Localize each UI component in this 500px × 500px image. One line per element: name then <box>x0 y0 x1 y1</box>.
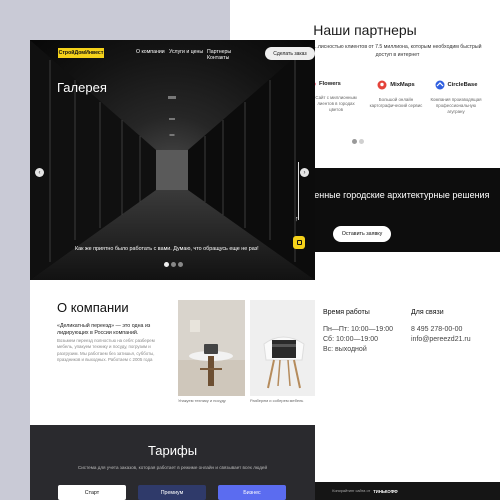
hours-sunday: Вс: выходной <box>323 346 367 354</box>
gallery-pagination[interactable] <box>164 262 183 267</box>
main-page: СтройДомИнвест О компании Услуги и цены … <box>30 40 315 500</box>
contacts-title: Для связи <box>411 309 444 316</box>
partners-pagination[interactable] <box>352 139 364 144</box>
footer-brand[interactable]: ТИНЬКОФФ <box>373 489 398 494</box>
scroll-line <box>298 162 299 220</box>
prev-slide-button[interactable]: ‹ <box>35 168 44 177</box>
hours-title: Время работы <box>323 309 370 316</box>
tariffs-subtitle: Система для учета заказов, которая работ… <box>77 465 268 470</box>
partner-flowers[interactable]: Flowers Сайт с миллионным лиентов в горо… <box>308 80 364 113</box>
corridor-photo <box>30 40 315 280</box>
tariff-start-button[interactable]: Старт <box>58 485 126 500</box>
pagination-dot[interactable] <box>359 139 364 144</box>
pagination-dot[interactable] <box>178 262 183 267</box>
contacts: Для связи 8 495 278-00-00 info@pereezd21… <box>411 308 471 345</box>
banner-text: ...ременные городские архитектурные реше… <box>290 190 490 200</box>
email-link[interactable]: info@pereezd21.ru <box>411 335 471 345</box>
leave-request-button[interactable]: Оставить заявку <box>333 226 391 242</box>
tariffs-section: Тарифы Система для учета заказов, котора… <box>30 425 315 500</box>
hours-weekdays: Пн—Пт: 10:00—19:00 <box>323 326 394 334</box>
partner-name: CircleBase <box>447 82 478 88</box>
nav-about[interactable]: О компании <box>136 49 165 55</box>
pagination-dot[interactable] <box>171 262 176 267</box>
photo-electronics <box>178 300 245 396</box>
chevron-right-icon: › <box>303 169 306 176</box>
scroll-up-icon[interactable]: ↑ <box>295 216 299 223</box>
nav-services[interactable]: Услуги и цены <box>169 49 203 55</box>
about-title: О компании <box>57 300 129 315</box>
partner-circlebase[interactable]: CircleBase Компания производящая професс… <box>428 80 484 115</box>
nav-contacts[interactable]: Контакты <box>207 55 229 61</box>
circle-logo-icon <box>435 80 444 90</box>
chat-button[interactable] <box>293 236 305 249</box>
chevron-left-icon: ‹ <box>38 169 41 176</box>
working-hours: Время работы Пн—Пт: 10:00—19:00 Сб: 10:0… <box>323 308 398 356</box>
footer-text: Копирайтинг сайта от <box>332 489 371 493</box>
partner-name: MixMaps <box>390 82 415 88</box>
photo-furniture <box>250 300 315 396</box>
partner-mixmaps[interactable]: MixMaps Большой онлайн картографический … <box>368 80 424 109</box>
order-button[interactable]: Сделать заказ <box>265 47 315 60</box>
gallery-section: СтройДомИнвест О компании Услуги и цены … <box>30 40 315 280</box>
photo-caption: Упакуем технику и посуду <box>178 398 226 403</box>
next-slide-button[interactable]: › <box>300 168 309 177</box>
pagination-dot-active[interactable] <box>164 262 169 267</box>
partners-subtitle: ...лисностью клиентов от 7.5 миллиона, к… <box>313 44 482 58</box>
map-pin-icon <box>377 80 387 90</box>
photo-caption: Разберем и соберем мебель <box>250 398 304 403</box>
logo[interactable]: СтройДомИнвест <box>58 48 104 58</box>
pagination-dot-active[interactable] <box>352 139 357 144</box>
partner-desc: Большой онлайн картографический сервис <box>369 97 423 109</box>
partner-desc: Компания производящая профессиональную а… <box>430 97 482 115</box>
partner-desc: Сайт с миллионным лиентов в городах цвет… <box>315 95 357 113</box>
chat-icon <box>296 240 302 245</box>
tariffs-title: Тарифы <box>147 443 198 458</box>
partner-name: Flowers <box>319 81 341 87</box>
hours-saturday: Сб: 10:00—19:00 <box>323 336 378 344</box>
gallery-title: Галерея <box>57 80 107 95</box>
partners-title: Наши партнеры <box>313 22 417 38</box>
about-lead: «Деликатный переезд» — это одна из лидир… <box>57 323 151 337</box>
about-text: Возьмем переезд полностью на себя: разбе… <box>57 338 155 363</box>
testimonial-caption: Как же приятно было работать с вами. Дум… <box>75 246 259 252</box>
phone-link[interactable]: 8 495 278-00-00 <box>411 325 471 335</box>
tariff-business-button[interactable]: Бизнес <box>218 485 286 500</box>
top-navigation: СтройДомИнвест О компании Услуги и цены … <box>30 40 315 68</box>
tariff-premium-button[interactable]: Премиум <box>138 485 206 500</box>
